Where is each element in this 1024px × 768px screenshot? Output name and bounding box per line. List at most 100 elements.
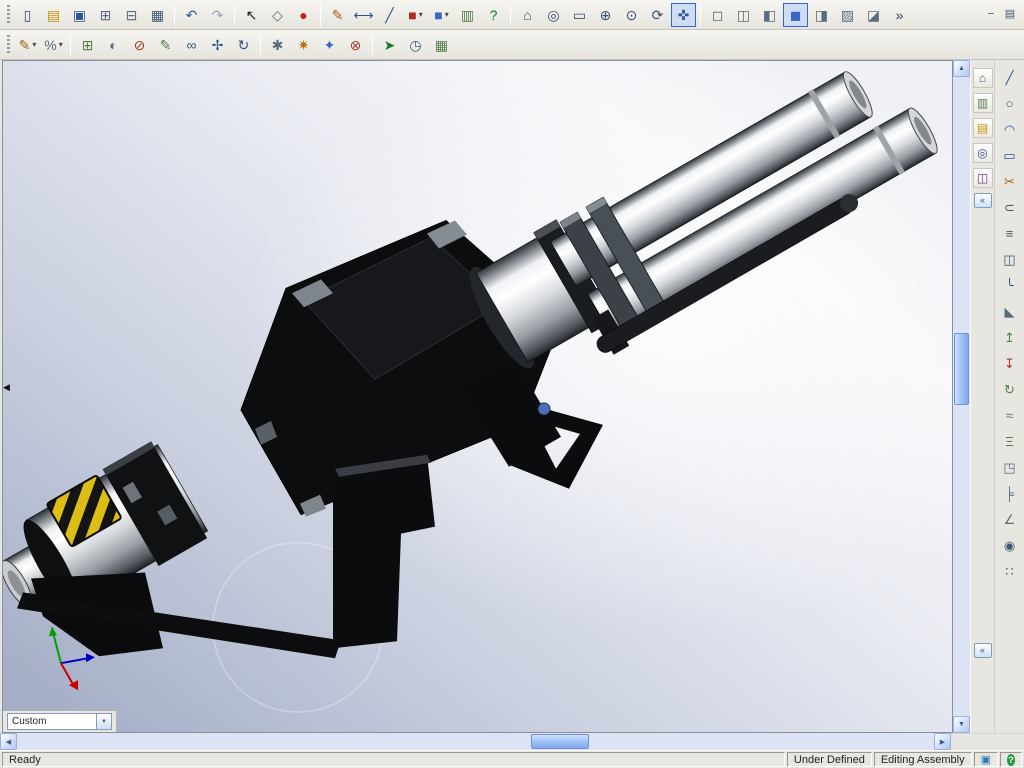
configuration-selector[interactable]: Custom ▼ (7, 713, 112, 730)
sketch-line-tool-button[interactable]: ╱ (998, 65, 1022, 89)
scroll-up-button[interactable]: ▲ (953, 60, 970, 77)
sketch-arc-tool-button[interactable]: ◠ (998, 117, 1022, 141)
vertical-scrollbar[interactable]: ▲ ▼ (953, 60, 970, 733)
save-button[interactable]: ▣ (67, 3, 92, 27)
task-pane-collapse-bottom-button[interactable]: « (973, 643, 992, 658)
open-document-button[interactable]: ▤ (41, 3, 66, 27)
move-component-button[interactable]: ✢ (205, 33, 230, 57)
offset-entities-button[interactable]: ≡ (998, 221, 1022, 245)
exploded-view-button[interactable]: ✷ (291, 33, 316, 57)
pan-button[interactable]: ✜ (671, 2, 696, 27)
view-settings-button[interactable]: ■ ▾ (429, 3, 454, 27)
zoom-to-selection-button[interactable]: ⊙ (619, 3, 644, 27)
chamfer-tool-button[interactable]: ◣ (998, 299, 1022, 323)
configuration-dropdown-button[interactable]: ▼ (96, 714, 111, 729)
shadows-button[interactable]: ◨ (809, 3, 834, 27)
horizontal-scroll-thumb[interactable] (530, 734, 589, 749)
search-results-button[interactable]: ◎ (972, 143, 993, 163)
sketch-line-button[interactable]: ╱ (377, 3, 402, 27)
more-tools-button[interactable]: » (887, 3, 912, 27)
sketch-rectangle-tool-button[interactable]: ▭ (998, 143, 1022, 167)
scroll-left-button[interactable]: ◀ (0, 733, 17, 750)
scroll-down-button[interactable]: ▼ (953, 716, 970, 733)
pane-splitter-arrow[interactable]: ◀ (3, 383, 10, 392)
zoom-in-out-button[interactable]: ⊕ (593, 3, 618, 27)
edit-component-button[interactable]: ✎ (153, 33, 178, 57)
insert-component-button[interactable]: ⊞ (75, 33, 100, 57)
new-document-button[interactable]: ▯ (15, 3, 40, 27)
record-macro-button[interactable]: ● (291, 3, 316, 27)
revolve-boss-button[interactable]: ↻ (998, 377, 1022, 401)
perspective-button[interactable]: ▨ (835, 3, 860, 27)
extrude-cut-button[interactable]: ↧ (998, 351, 1022, 375)
view-settings-dropdown-arrow[interactable]: ▾ (445, 10, 449, 19)
undo-button[interactable]: ↶ (179, 3, 204, 27)
vertical-scroll-track[interactable] (953, 77, 970, 716)
motion-study-button[interactable]: ◷ (403, 33, 428, 57)
customize-toolbar-button[interactable]: ▤ (1001, 5, 1019, 25)
linear-pattern-button[interactable]: ∷ (998, 559, 1022, 583)
explode-line-sketch-button[interactable]: ✦ (317, 33, 342, 57)
select-other-button[interactable]: ◇ (265, 3, 290, 27)
hidden-lines-visible-button[interactable]: ◫ (731, 3, 756, 27)
redo-button[interactable]: ↷ (205, 3, 230, 27)
extrude-boss-button[interactable]: ↥ (998, 325, 1022, 349)
section-view-button[interactable]: ◪ (861, 3, 886, 27)
mirror-entities-button[interactable]: ◫ (998, 247, 1022, 271)
rotate-view-button[interactable]: ⟳ (645, 3, 670, 27)
sketch-tool-dropdown-arrow[interactable]: ▾ (32, 40, 36, 49)
sketch-button[interactable]: ✎ (325, 3, 350, 27)
help-status-cell[interactable]: ? (1000, 752, 1022, 767)
interference-detection-button[interactable]: ⊗ (343, 33, 368, 57)
sweep-button[interactable]: ≈ (998, 403, 1022, 427)
wireframe-button[interactable]: ◻ (705, 3, 730, 27)
design-library-button[interactable]: ▥ (972, 93, 993, 113)
design-checker-button[interactable]: ▥ (455, 3, 480, 27)
simulation-button[interactable]: ➤ (377, 33, 402, 57)
toolbox-dropdown-arrow[interactable]: ▾ (419, 10, 423, 19)
shaded-button[interactable]: ◼ (783, 2, 808, 27)
trim-entities-button[interactable]: ✂ (998, 169, 1022, 193)
measure-tool-button[interactable]: % ▾ (41, 33, 66, 57)
convert-entities-button[interactable]: ⊂ (998, 195, 1022, 219)
shell-tool-button[interactable]: ◳ (998, 455, 1022, 479)
task-pane-collapse-button[interactable]: « (973, 193, 992, 208)
graphics-viewport[interactable]: ◀ Custom ▼ (2, 60, 953, 733)
dimension-button[interactable]: ⟷ (351, 3, 376, 27)
scroll-right-button[interactable]: ▶ (934, 733, 951, 750)
select-button[interactable]: ↖ (239, 3, 264, 27)
hide-show-component-button[interactable]: ◐ (101, 33, 126, 57)
print-button[interactable]: ▦ (145, 3, 170, 27)
horizontal-scroll-track[interactable] (17, 733, 934, 750)
sketch-circle-tool-button[interactable]: ○ (998, 91, 1022, 115)
vertical-scroll-thumb[interactable] (954, 332, 969, 405)
zoom-to-fit-button[interactable]: ◎ (541, 3, 566, 27)
rib-tool-button[interactable]: ╞ (998, 481, 1022, 505)
change-suppression-button[interactable]: ⊘ (127, 33, 152, 57)
zoom-to-area-button[interactable]: ▭ (567, 3, 592, 27)
file-explorer-button[interactable]: ▤ (972, 118, 993, 138)
collapse-toolbar-button[interactable]: − (982, 5, 1000, 25)
home-button[interactable]: ⌂ (972, 68, 993, 88)
smart-fasteners-button[interactable]: ✱ (265, 33, 290, 57)
draft-tool-button[interactable]: ∠ (998, 507, 1022, 531)
sketch-tool-button[interactable]: ✎ ▾ (15, 33, 40, 57)
toolbar-drag-handle[interactable] (7, 4, 10, 25)
fillet-tool-button[interactable]: ╰ (998, 273, 1022, 297)
view-palette-button[interactable]: ◫ (972, 168, 993, 188)
loft-button[interactable]: Ξ (998, 429, 1022, 453)
help-icon[interactable]: ? (1007, 753, 1015, 766)
horizontal-scrollbar[interactable]: ◀ ▶ (0, 733, 951, 750)
help-button[interactable]: ? (481, 3, 506, 27)
view-orientation-button[interactable]: ⌂ (515, 3, 540, 27)
design-table-button[interactable]: ▦ (429, 33, 454, 57)
rotate-component-button[interactable]: ↻ (231, 33, 256, 57)
hole-wizard-button[interactable]: ◉ (998, 533, 1022, 557)
make-assembly-button[interactable]: ⊟ (119, 3, 144, 27)
toolbar-drag-handle[interactable] (7, 34, 10, 55)
make-drawing-button[interactable]: ⊞ (93, 3, 118, 27)
hidden-lines-removed-button[interactable]: ◧ (757, 3, 782, 27)
measure-tool-dropdown-arrow[interactable]: ▾ (59, 40, 63, 49)
mate-button[interactable]: ∞ (179, 33, 204, 57)
toolbox-button[interactable]: ■ ▾ (403, 3, 428, 27)
